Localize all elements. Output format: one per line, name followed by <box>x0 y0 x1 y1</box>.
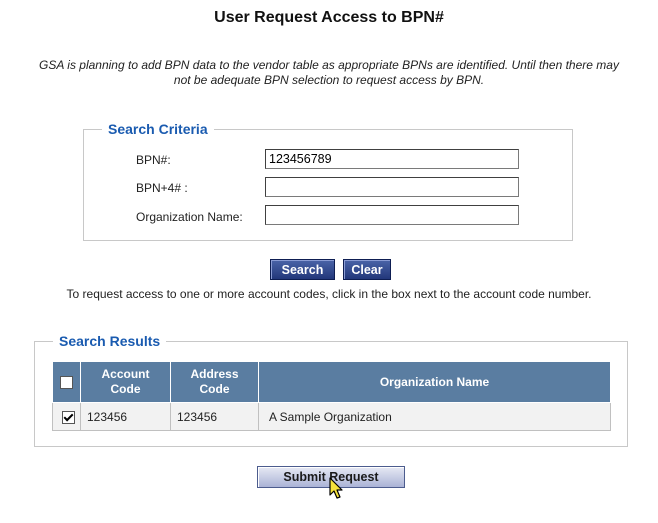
bpn-label: BPN#: <box>136 153 171 167</box>
account-code-cell: 123456 <box>80 402 171 431</box>
row-checkbox-cell <box>52 402 81 431</box>
bpn4-input[interactable] <box>265 177 519 197</box>
row-checkbox[interactable] <box>62 410 75 424</box>
address-code-header: Address Code <box>170 361 259 403</box>
address-code-header-line2: Code <box>199 382 230 396</box>
search-criteria-legend: Search Criteria <box>108 121 208 137</box>
table-header-row: Account Code Address Code Organization N… <box>52 361 611 403</box>
bpn4-label: BPN+4# : <box>136 181 188 195</box>
page-title: User Request Access to BPN# <box>214 9 444 26</box>
clear-button[interactable]: Clear <box>343 259 391 280</box>
table-row: 123456 123456 A Sample Organization <box>52 402 611 431</box>
address-code-cell: 123456 <box>170 402 259 431</box>
address-code-header-line1: Address <box>190 367 239 381</box>
select-all-header <box>52 361 81 403</box>
organization-name-cell: A Sample Organization <box>258 402 611 431</box>
notice-text: GSA is planning to add BPN data to the v… <box>39 58 619 87</box>
instruction-text: To request access to one or more account… <box>66 287 592 301</box>
organization-name-header: Organization Name <box>258 361 611 403</box>
account-code-header-line1: Account <box>101 367 150 381</box>
account-code-header-line2: Code <box>110 382 141 396</box>
select-all-checkbox[interactable] <box>60 375 73 389</box>
search-button[interactable]: Search <box>270 259 335 280</box>
account-code-header: Account Code <box>80 361 171 403</box>
bpn-input[interactable] <box>265 149 519 169</box>
search-results-legend: Search Results <box>59 333 161 349</box>
organization-name-label: Organization Name: <box>136 210 243 224</box>
results-table: Account Code Address Code Organization N… <box>52 361 611 431</box>
organization-name-input[interactable] <box>265 205 519 225</box>
mouse-cursor-icon <box>329 477 343 499</box>
